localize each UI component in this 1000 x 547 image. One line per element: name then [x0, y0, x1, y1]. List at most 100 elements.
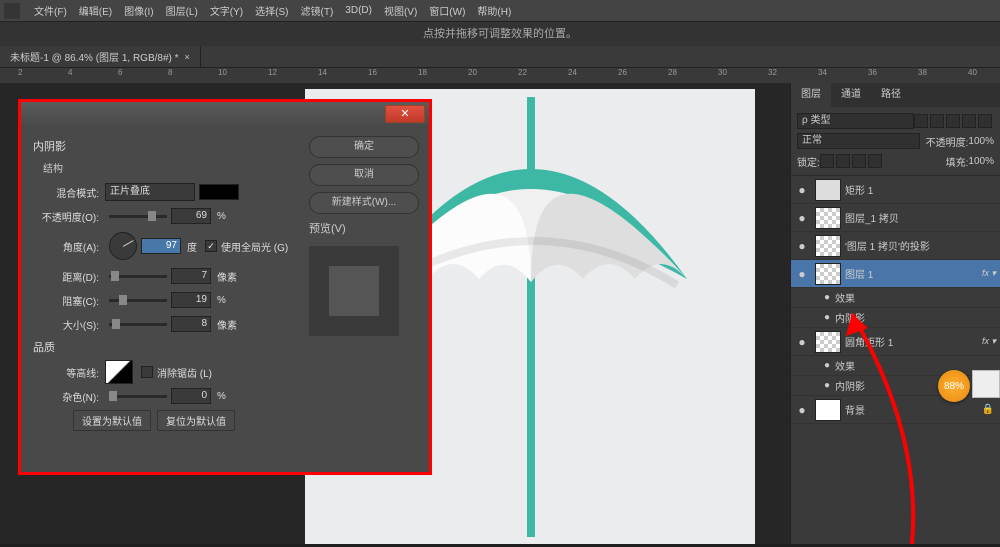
distance-slider[interactable] — [109, 275, 167, 278]
layer-thumbnail[interactable] — [815, 331, 841, 353]
layer-thumbnail[interactable] — [815, 399, 841, 421]
make-default-button[interactable]: 设置为默认值 — [73, 410, 151, 431]
fill-value[interactable]: 100% — [968, 156, 994, 167]
menu-view[interactable]: 视图(V) — [378, 3, 423, 18]
distance-label: 距离(D): — [33, 269, 105, 284]
layer-name[interactable]: 矩形 1 — [845, 182, 1000, 197]
opacity-input[interactable]: 69 — [171, 208, 211, 224]
visibility-icon[interactable]: ● — [793, 403, 811, 417]
antialias-label: 消除锯齿 (L) — [157, 365, 212, 380]
blend-mode-label: 混合模式: — [33, 185, 105, 200]
visibility-icon[interactable]: ● — [793, 267, 811, 281]
new-style-button[interactable]: 新建样式(W)... — [309, 192, 419, 214]
global-light-label: 使用全局光 (G) — [221, 239, 288, 254]
choke-slider[interactable] — [109, 299, 167, 302]
contour-picker[interactable] — [105, 360, 133, 384]
lock-icon: 🔒 — [982, 404, 1000, 415]
menu-edit[interactable]: 编辑(E) — [73, 3, 118, 18]
distance-input[interactable]: 7 — [171, 268, 211, 284]
tab-paths[interactable]: 路径 — [871, 83, 911, 107]
tab-channels[interactable]: 通道 — [831, 83, 871, 107]
layer-thumbnail[interactable] — [815, 207, 841, 229]
menu-file[interactable]: 文件(F) — [28, 3, 73, 18]
zoom-badge[interactable]: 88% — [938, 370, 970, 402]
lock-pixels-icon[interactable] — [836, 154, 850, 168]
filter-shape-icon[interactable] — [962, 114, 976, 128]
noise-slider[interactable] — [109, 395, 167, 398]
visibility-icon[interactable]: ● — [819, 380, 835, 391]
tab-layers[interactable]: 图层 — [791, 83, 831, 107]
menu-select[interactable]: 选择(S) — [249, 3, 294, 18]
noise-input[interactable]: 0 — [171, 388, 211, 404]
cancel-button[interactable]: 取消 — [309, 164, 419, 186]
layer-name[interactable]: 背景 — [845, 402, 982, 417]
antialias-checkbox[interactable] — [141, 366, 153, 378]
lock-all-icon[interactable] — [868, 154, 882, 168]
filter-adjust-icon[interactable] — [930, 114, 944, 128]
visibility-icon[interactable]: ● — [819, 292, 835, 303]
menu-filter[interactable]: 滤镜(T) — [295, 3, 340, 18]
layer-thumbnail[interactable] — [815, 179, 841, 201]
shadow-color-swatch[interactable] — [199, 184, 239, 200]
lock-transparency-icon[interactable] — [820, 154, 834, 168]
layer-kind-filter[interactable]: ρ 类型 — [797, 113, 914, 129]
close-tab-icon[interactable]: × — [185, 52, 190, 62]
layer-name[interactable]: 图层_1 拷贝 — [845, 210, 1000, 225]
visibility-icon[interactable]: ● — [793, 239, 811, 253]
layer-name[interactable]: 圆角矩形 1 — [845, 334, 982, 349]
layer-row[interactable]: ● '图层 1 拷贝'的投影 — [791, 232, 1000, 260]
layer-row[interactable]: ● 矩形 1 — [791, 176, 1000, 204]
size-input[interactable]: 8 — [171, 316, 211, 332]
visibility-icon[interactable]: ● — [819, 360, 835, 371]
layer-row[interactable]: ● 图层_1 拷贝 — [791, 204, 1000, 232]
layer-style-dialog-highlight: ✕ 内阴影 结构 混合模式: 正片叠底 不透明度(O): 69 % 角度(A):… — [18, 99, 432, 475]
layer-panel-options: ρ 类型 正常 不透明度: 100% 锁定: 填充: 100% — [791, 107, 1000, 176]
layer-thumbnail[interactable] — [815, 235, 841, 257]
inner-shadow-effect[interactable]: 内阴影 — [835, 310, 1000, 325]
fx-indicator[interactable]: fx ▾ — [982, 336, 1000, 347]
document-tab-title: 未标题-1 @ 86.4% (图层 1, RGB/8#) * — [10, 49, 179, 64]
opacity-slider[interactable] — [109, 215, 167, 218]
filter-pixel-icon[interactable] — [914, 114, 928, 128]
ok-button[interactable]: 确定 — [309, 136, 419, 158]
visibility-icon[interactable]: ● — [793, 183, 811, 197]
layer-thumbnail[interactable] — [815, 263, 841, 285]
dialog-titlebar[interactable]: ✕ — [21, 102, 429, 128]
distance-unit: 像素 — [217, 269, 237, 284]
visibility-icon[interactable]: ● — [793, 335, 811, 349]
layer-name[interactable]: 图层 1 — [845, 266, 982, 281]
choke-input[interactable]: 19 — [171, 292, 211, 308]
layer-name[interactable]: '图层 1 拷贝'的投影 — [845, 238, 1000, 253]
side-widget[interactable] — [972, 370, 1000, 398]
layer-effect-row[interactable]: ●效果 — [791, 356, 1000, 376]
layer-effect-row[interactable]: ●内阴影 — [791, 308, 1000, 328]
layer-opacity-value[interactable]: 100% — [968, 136, 994, 147]
layer-row[interactable]: ● 圆角矩形 1 fx ▾ — [791, 328, 1000, 356]
menu-3d[interactable]: 3D(D) — [339, 5, 378, 16]
menu-type[interactable]: 文字(Y) — [204, 3, 249, 18]
visibility-icon[interactable]: ● — [819, 312, 835, 323]
visibility-icon[interactable]: ● — [793, 211, 811, 225]
reset-default-button[interactable]: 复位为默认值 — [157, 410, 235, 431]
angle-dial[interactable] — [109, 232, 137, 260]
filter-smart-icon[interactable] — [978, 114, 992, 128]
layer-effect-row[interactable]: ●效果 — [791, 288, 1000, 308]
blend-mode-select[interactable]: 正片叠底 — [105, 183, 195, 201]
global-light-checkbox[interactable] — [205, 240, 217, 252]
menu-help[interactable]: 帮助(H) — [471, 3, 517, 18]
angle-input[interactable]: 97 — [141, 238, 181, 254]
fx-indicator[interactable]: fx ▾ — [982, 268, 1000, 279]
menu-image[interactable]: 图像(I) — [118, 3, 159, 18]
layer-row-selected[interactable]: ● 图层 1 fx ▾ — [791, 260, 1000, 288]
size-slider[interactable] — [109, 323, 167, 326]
lock-position-icon[interactable] — [852, 154, 866, 168]
dialog-close-button[interactable]: ✕ — [385, 105, 425, 123]
filter-type-icon[interactable] — [946, 114, 960, 128]
layer-row[interactable]: ● 背景 🔒 — [791, 396, 1000, 424]
menu-layer[interactable]: 图层(L) — [160, 3, 204, 18]
document-tab[interactable]: 未标题-1 @ 86.4% (图层 1, RGB/8#) * × — [0, 46, 201, 67]
effects-label: 效果 — [835, 290, 1000, 305]
opacity-label: 不透明度(O): — [33, 209, 105, 224]
blend-mode-dropdown[interactable]: 正常 — [797, 133, 920, 149]
menu-window[interactable]: 窗口(W) — [423, 3, 471, 18]
